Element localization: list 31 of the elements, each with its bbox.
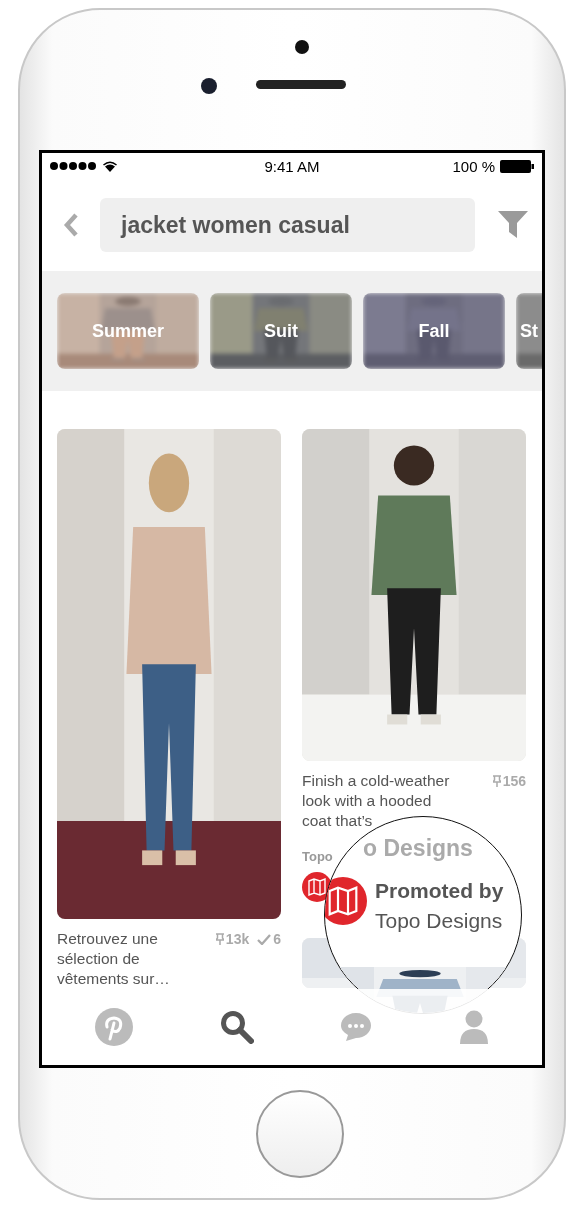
category-chip[interactable]: St <box>516 293 542 369</box>
save-count: 156 <box>492 771 526 791</box>
front-camera-icon <box>201 78 217 94</box>
search-icon <box>219 1010 254 1044</box>
promoted-label: Promoted by <box>375 879 504 903</box>
camera-icon <box>295 40 309 54</box>
map-icon <box>308 878 326 896</box>
status-time: 9:41 AM <box>263 157 321 175</box>
speech-bubble-icon <box>340 1012 373 1042</box>
pin-description: Retrouvez une sélection de vêtements sur… <box>57 929 171 989</box>
pin-icon <box>215 933 224 945</box>
category-chip[interactable]: Suit <box>210 293 352 369</box>
advertiser-name: Topo Designs <box>375 909 503 933</box>
wifi-icon <box>102 160 118 172</box>
save-count: 13k <box>215 929 250 949</box>
pin-icon <box>492 775 501 787</box>
battery-percent: 100 % <box>452 157 495 175</box>
filter-icon[interactable] <box>498 211 528 239</box>
signal-icon <box>50 162 96 170</box>
pinterest-logo-icon <box>95 1008 134 1046</box>
tried-count: 6 <box>257 929 281 949</box>
person-icon <box>458 1010 489 1044</box>
advertiser-name: o Designs <box>363 835 473 862</box>
check-icon <box>257 933 272 945</box>
battery-icon <box>500 159 534 173</box>
pin-source: Topo <box>302 849 333 864</box>
map-icon <box>328 886 358 916</box>
search-field[interactable]: jacket women casual <box>100 198 475 252</box>
back-icon[interactable] <box>62 212 80 238</box>
category-chip[interactable]: Fall <box>363 293 505 369</box>
pin-description: Finish a cold-weather look with a hooded coat that’s <box>302 771 451 831</box>
